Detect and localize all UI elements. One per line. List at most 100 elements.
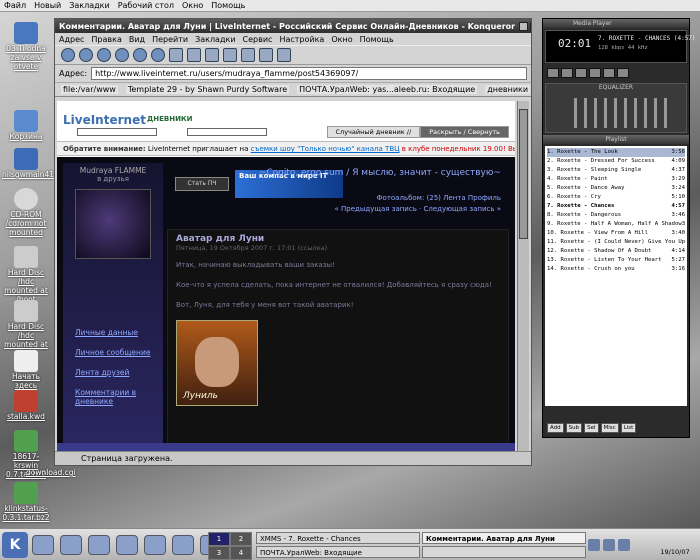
url-input[interactable]: http://www.liveinternet.ru/users/mudraya…	[91, 67, 527, 80]
password-field[interactable]	[187, 128, 267, 136]
site-logo[interactable]: LiveInternet	[63, 113, 146, 127]
home-folder-icon[interactable]	[60, 535, 82, 555]
eject-icon[interactable]	[617, 68, 629, 78]
task-konqueror[interactable]: Комментарии. Аватар для Луни	[422, 532, 586, 544]
blog-meta-links[interactable]: Фотоальбом: (25) Лента Профиль	[335, 193, 501, 204]
menu-edit[interactable]: Правка	[91, 35, 121, 44]
menu-go[interactable]: Перейти	[152, 35, 188, 44]
desktop-icon-cdrom[interactable]: CD-ROM /cdrom not mounted	[2, 188, 50, 237]
playlist-add-button[interactable]: Add	[547, 423, 564, 433]
playlist-row[interactable]: 9. Roxette - Half A Woman, Half A Shadow…	[547, 220, 685, 229]
menu-window[interactable]: Окно	[182, 1, 203, 10]
help-icon[interactable]	[144, 535, 166, 555]
sidebar-link-profile[interactable]: Личные данные	[75, 328, 155, 337]
post-title[interactable]: Аватар для Луни	[176, 234, 500, 244]
tab-random-diary[interactable]: Случайный дневник //	[326, 126, 421, 138]
back-icon[interactable]	[79, 48, 93, 62]
desktop-icon-start-here[interactable]: Начать здесь	[2, 350, 50, 390]
volume-icon[interactable]	[618, 539, 630, 551]
playlist-row[interactable]: 6. Roxette - Cry 5:10	[547, 193, 685, 202]
cut-icon[interactable]	[169, 48, 183, 62]
desktop-icon-klinkstatus[interactable]: klinkstatus-0.3.1.tar.bz2	[2, 482, 50, 522]
office-icon[interactable]	[172, 535, 194, 555]
playlist-row[interactable]: 7. Roxette - Chances 4:57	[547, 202, 685, 211]
forward-icon[interactable]	[97, 48, 111, 62]
prev-icon[interactable]	[547, 68, 559, 78]
pager-desktop-3[interactable]: 3	[208, 546, 230, 560]
menu-tools[interactable]: Сервис	[243, 35, 273, 44]
play-icon[interactable]	[561, 68, 573, 78]
author-name[interactable]: Mudraya FLAMME	[63, 166, 163, 175]
sidebar-link-message[interactable]: Личное сообщение	[75, 348, 155, 357]
playlist-list-button[interactable]: List	[620, 423, 637, 433]
eq-slider[interactable]	[634, 98, 637, 128]
stop-icon[interactable]	[589, 68, 601, 78]
menu-window[interactable]: Окно	[331, 35, 352, 44]
pager-desktop-1[interactable]: 1	[208, 532, 230, 546]
bookmark-item[interactable]: file:/var/www	[61, 85, 118, 94]
bookmark-item[interactable]: Template 29 - by Shawn Purdy Software	[125, 85, 290, 94]
eq-slider[interactable]	[584, 98, 587, 128]
terminal-icon[interactable]	[88, 535, 110, 555]
eq-slider[interactable]	[614, 98, 617, 128]
desktop-icon-trash[interactable]: Корзина	[2, 110, 50, 141]
add-friend-link[interactable]: в друзья	[63, 175, 163, 183]
zoom-in-icon[interactable]	[259, 48, 273, 62]
page-vscrollbar[interactable]	[517, 101, 529, 451]
task-xmms[interactable]: XMMS - 7. Roxette - Chances	[256, 532, 420, 544]
print-icon[interactable]	[223, 48, 237, 62]
menu-location[interactable]: Адрес	[59, 35, 84, 44]
menu-help[interactable]: Помощь	[360, 35, 394, 44]
klipper-icon[interactable]	[603, 539, 615, 551]
notice-link[interactable]: съемки шоу "Только ночью" канала ТВЦ	[251, 145, 400, 153]
bookmark-item[interactable]: дневники	[485, 85, 531, 94]
keyboard-layout-icon[interactable]	[588, 539, 600, 551]
reload-icon[interactable]	[133, 48, 147, 62]
diaries-label[interactable]: ДНЕВНИКИ	[147, 115, 193, 123]
desktop-icon-stalla[interactable]: stalla.kwd	[2, 390, 50, 421]
menu-settings[interactable]: Настройка	[279, 35, 324, 44]
sidebar-link-friends[interactable]: Лента друзей	[75, 368, 155, 377]
eq-slider[interactable]	[654, 98, 657, 128]
menu-bookmarks[interactable]: Закладки	[69, 1, 109, 10]
menu-file[interactable]: Файл	[4, 1, 26, 10]
eq-slider[interactable]	[574, 98, 577, 128]
task-mail[interactable]: ПОЧТА.УралWeb: Входящие	[256, 546, 420, 558]
menu-desktop[interactable]: Рабочий стол	[118, 1, 174, 10]
playlist-title[interactable]: Playlist	[543, 135, 689, 144]
window-titlebar[interactable]: Комментарии. Аватар для Луни | LiveInter…	[55, 19, 531, 33]
home-icon[interactable]	[115, 48, 129, 62]
pager-desktop-4[interactable]: 4	[230, 546, 252, 560]
pause-icon[interactable]	[575, 68, 587, 78]
desktop-icon-network[interactable]: nilsgwmain41	[2, 148, 54, 179]
zoom-out-icon[interactable]	[277, 48, 291, 62]
menu-new[interactable]: Новый	[34, 1, 61, 10]
menu-bookmarks[interactable]: Закладки	[195, 35, 235, 44]
eq-slider[interactable]	[604, 98, 607, 128]
playlist-row[interactable]: 11. Roxette - (I Could Never) Give You U…	[547, 238, 685, 247]
blog-nav-links[interactable]: « Предыдущая запись · Следующая запись »	[335, 204, 501, 215]
menu-view[interactable]: Вид	[129, 35, 145, 44]
playlist-row[interactable]: 8. Roxette - Dangerous 3:46	[547, 211, 685, 220]
clock[interactable]: 19/10/07	[652, 532, 698, 558]
next-icon[interactable]	[603, 68, 615, 78]
eq-slider[interactable]	[644, 98, 647, 128]
maximize-icon[interactable]	[530, 21, 531, 31]
desktop-icon-hdd-boot[interactable]: Hard Disc /hdc mounted at /boot	[2, 246, 50, 304]
sidebar-link-comments[interactable]: Комментарии в дневнике	[75, 388, 155, 406]
eq-slider[interactable]	[594, 98, 597, 128]
playlist-row[interactable]: 10. Roxette - View From A Hill 3:40	[547, 229, 685, 238]
login-field[interactable]	[77, 128, 157, 136]
globe-icon[interactable]	[32, 535, 54, 555]
eq-slider[interactable]	[624, 98, 627, 128]
security-icon[interactable]	[241, 48, 255, 62]
tab-expand[interactable]: Раскрыть / Свернуть	[420, 126, 509, 138]
k-menu-button[interactable]: K	[2, 532, 28, 558]
page-hscrollbar[interactable]	[57, 443, 515, 451]
bookmark-item[interactable]: ПОЧТА.УралWeb: yas...aleeb.ru: Входящие	[297, 85, 478, 94]
playlist-row[interactable]: 4. Roxette - Paint 3:29	[547, 175, 685, 184]
menu-help[interactable]: Помощь	[211, 1, 245, 10]
desktop-icon-folder[interactable]: 03 Ti odna za vse v otvete	[2, 22, 50, 71]
playlist-row[interactable]: 3. Roxette - Sleeping Single 4:37	[547, 166, 685, 175]
eq-slider[interactable]	[664, 98, 667, 128]
